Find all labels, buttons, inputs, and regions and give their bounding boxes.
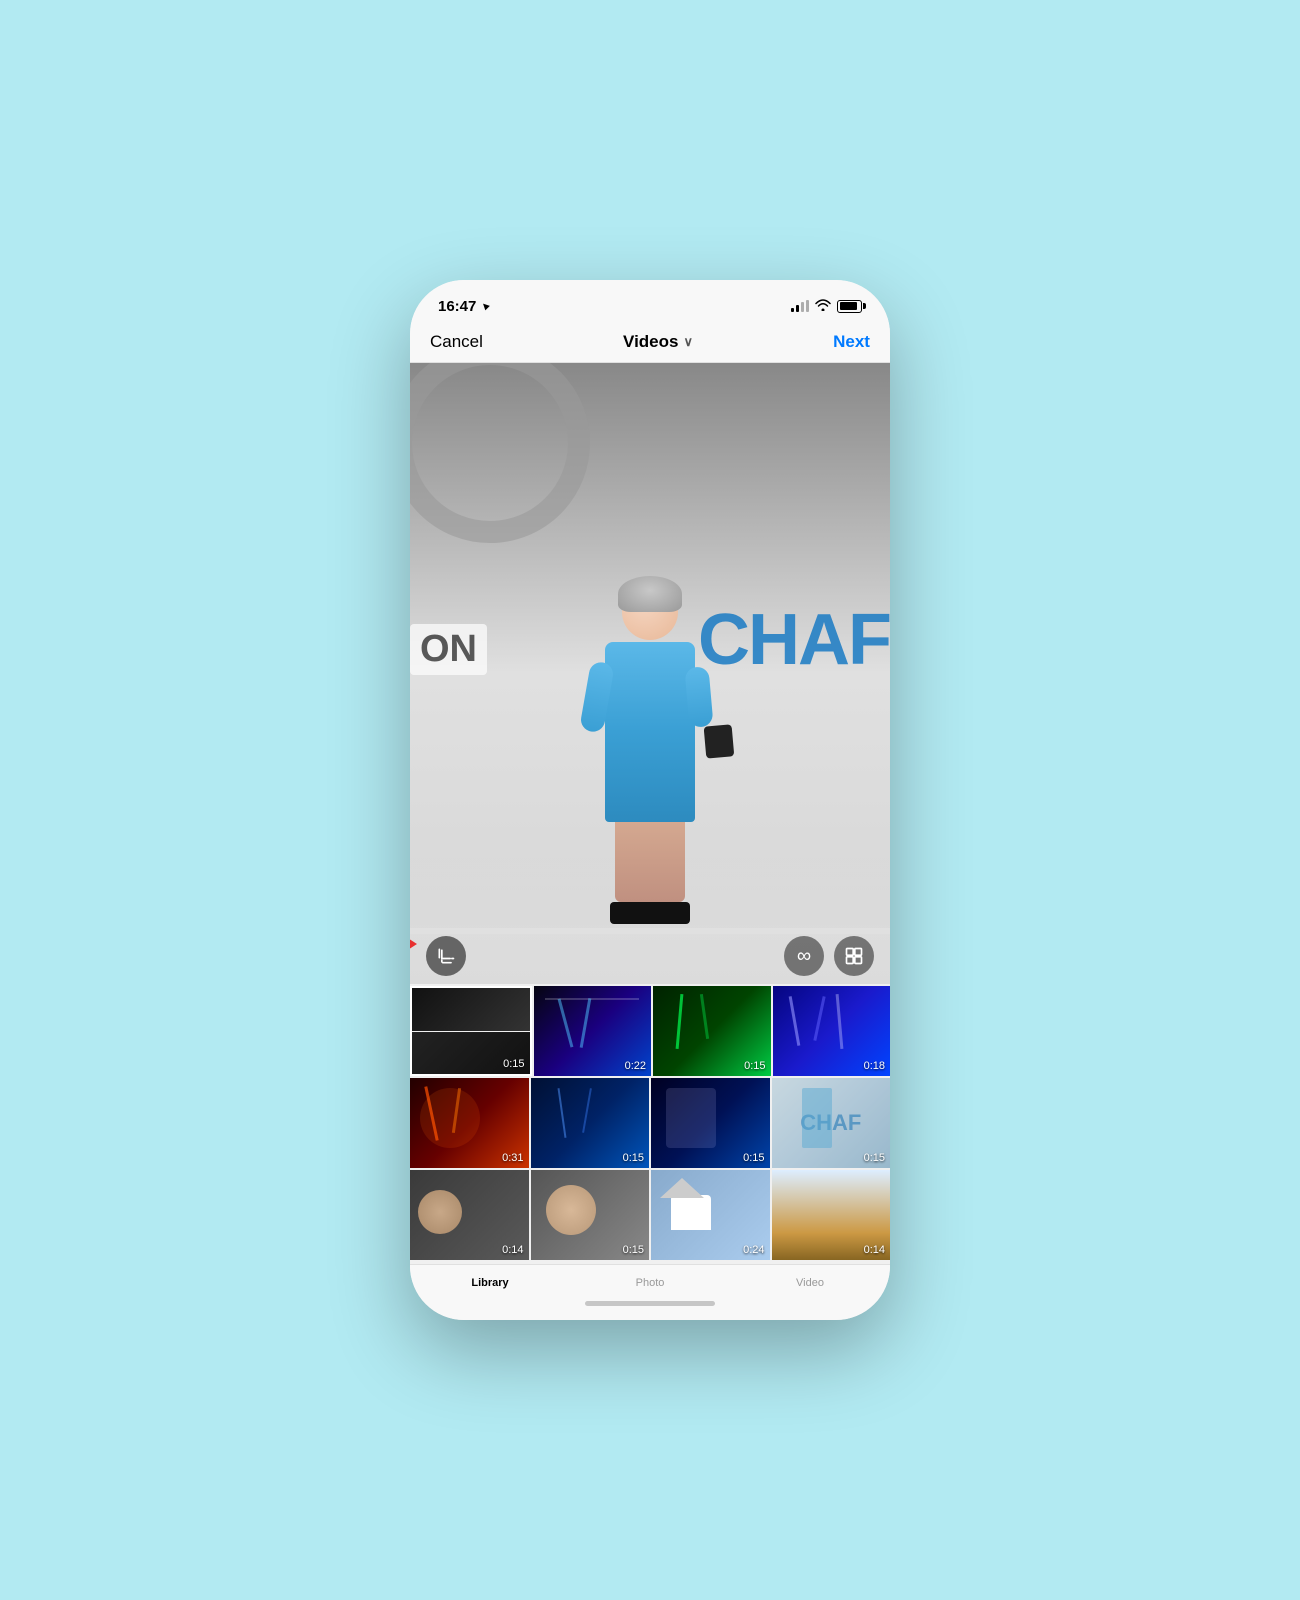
status-icons [791,299,862,314]
loop-button[interactable]: ∞ [784,936,824,976]
grid-row-3: 0:14 0:15 0:24 0:14 [410,1170,890,1260]
phone-frame: 16:47 ▲ Cancel Videos ∨ Next [410,280,890,1320]
queen-shoes [610,902,690,924]
list-item[interactable]: 0:15 [651,1078,770,1168]
list-item[interactable]: 0:15 [653,986,771,1076]
list-item[interactable]: 0:24 [651,1170,770,1260]
queen-arm-left [579,660,615,733]
queen-figurine [580,584,720,924]
thumb-bottom-half: 0:15 [412,1032,530,1075]
controls-strip: ∞ [410,928,890,984]
thumb-duration: 0:15 [623,1244,644,1256]
tab-photo[interactable]: Photo [570,1275,730,1289]
queen-body [605,642,695,822]
video-grid: 0:15 0:22 0:15 [410,984,890,1264]
list-item[interactable]: 0:14 [410,1170,529,1260]
list-item[interactable]: 0:31 [410,1078,529,1168]
tab-library[interactable]: Library [410,1275,570,1289]
thumb-duration: 0:15 [744,1060,765,1072]
time-display: 16:47 [438,298,476,315]
chaf-text: CHAF [698,599,890,681]
thumb-duration: 0:15 [503,1058,524,1070]
boomerang-icon [844,946,864,966]
on-sign: ON [410,624,487,675]
annotation-arrow [410,926,417,962]
nav-title-label: Videos [623,332,678,352]
list-item[interactable]: 0:15 [531,1078,650,1168]
location-arrow-icon: ▲ [478,298,494,314]
crop-button[interactable] [426,936,466,976]
tab-video[interactable]: Video [730,1275,890,1289]
thumb-duration: 0:14 [502,1244,523,1256]
next-button[interactable]: Next [833,332,870,352]
list-item[interactable]: CHAF 0:15 [772,1078,891,1168]
queen-legs [615,822,685,902]
thumb-duration: 0:24 [743,1244,764,1256]
queen-hair [618,576,682,612]
wifi-icon [815,299,831,314]
thumb-duration: 0:15 [623,1152,644,1164]
status-bar: 16:47 ▲ [410,280,890,324]
tab-bar: Library Photo Video [410,1264,890,1293]
list-item[interactable]: 0:18 [773,986,891,1076]
queen-arm-right [684,666,713,728]
thumb-duration: 0:31 [502,1152,523,1164]
cancel-button[interactable]: Cancel [430,332,483,352]
list-item[interactable]: 0:22 [534,986,652,1076]
boomerang-button[interactable] [834,936,874,976]
thumb-duration: 0:14 [864,1244,885,1256]
tab-video-label: Video [796,1277,824,1289]
chevron-down-icon: ∨ [683,334,693,350]
thumb-stacked-selected[interactable]: 0:15 [410,986,532,1076]
thumb-duration: 0:22 [625,1060,646,1072]
signal-icon [791,300,809,312]
thumb-duration: 0:15 [864,1152,885,1164]
thumb-duration: 0:18 [864,1060,885,1072]
queen-purse [704,724,735,758]
battery-icon [837,300,862,313]
home-bar [585,1301,715,1306]
tab-library-label: Library [471,1277,508,1289]
thumb-duration: 0:15 [743,1152,764,1164]
right-controls: ∞ [784,936,874,976]
preview-area: ON CHAF [410,363,890,984]
crop-icon [436,946,456,966]
tab-photo-label: Photo [636,1277,665,1289]
list-item[interactable]: 0:15 [531,1170,650,1260]
album-selector[interactable]: Videos ∨ [623,332,693,352]
preview-image: ON CHAF [410,363,890,984]
status-time: 16:47 ▲ [438,298,491,315]
grid-row-2: 0:31 0:15 0:15 CHAF 0:1 [410,1078,890,1168]
thumb-top-half [412,988,530,1031]
nav-bar: Cancel Videos ∨ Next [410,324,890,363]
queen-head [622,584,678,640]
loop-icon: ∞ [797,946,811,966]
list-item[interactable]: 0:14 [772,1170,891,1260]
grid-row-1: 0:15 0:22 0:15 [410,986,890,1076]
home-indicator [410,1293,890,1320]
